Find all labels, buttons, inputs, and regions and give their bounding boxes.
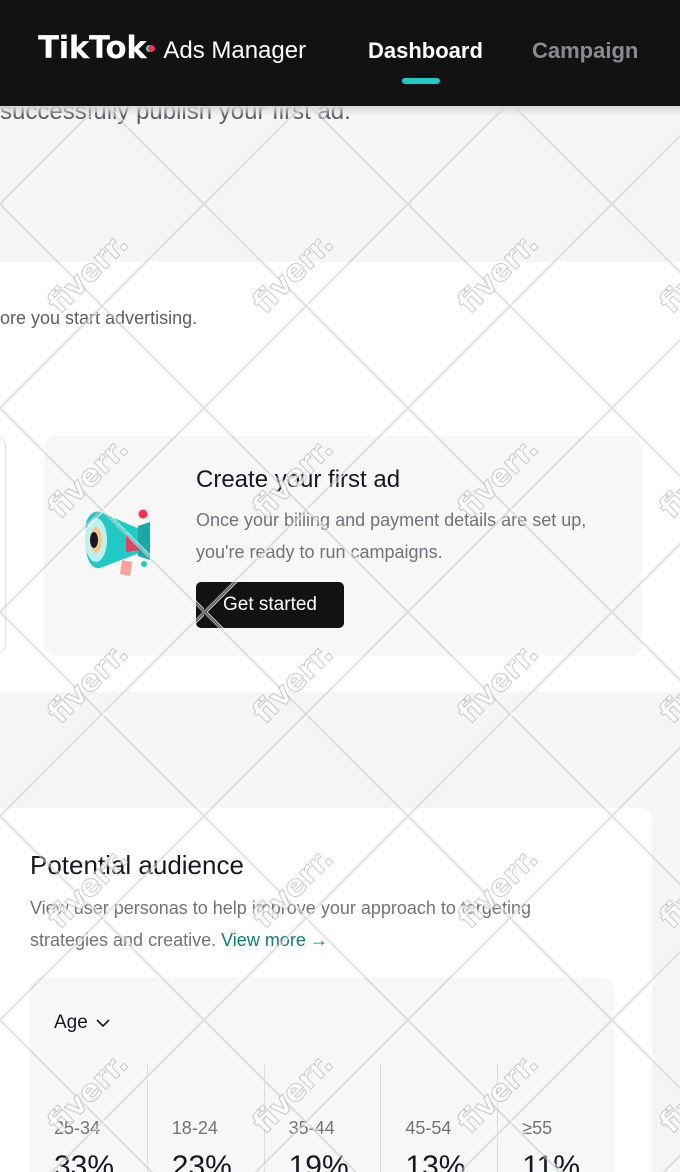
- setup-hint-text: ore you start advertising.: [0, 308, 198, 328]
- header-shadow: [0, 106, 680, 116]
- age-columns: 25-34 33% 18-24 23% 35-44 19% 45-54 13% …: [30, 1064, 614, 1172]
- view-more-label: View more: [221, 930, 306, 950]
- arrow-right-icon: →: [309, 930, 328, 950]
- setup-guide-card: ore you start advertising. Create your f…: [0, 262, 680, 692]
- age-column: 45-54 13%: [380, 1064, 497, 1172]
- chevron-down-icon: [96, 1019, 110, 1028]
- logo-wordmark: TikTok: [38, 30, 147, 66]
- watermark-mark: fiverr.: [653, 841, 680, 936]
- active-tab-indicator: [402, 78, 440, 84]
- audience-description: View user personas to help improve your …: [30, 892, 610, 956]
- dropdown-label: Age: [54, 1012, 88, 1033]
- logo-product-name: Ads Manager: [163, 37, 307, 64]
- previous-step-card[interactable]: [0, 436, 6, 654]
- logo-dot-icon: [148, 45, 156, 52]
- tab-dashboard[interactable]: Dashboard: [368, 38, 483, 64]
- age-range-label: 25-34: [54, 1118, 101, 1138]
- age-range-label: 18-24: [171, 1118, 218, 1138]
- age-breakdown-panel: Age 25-34 33% 18-24 23% 35-44 19% 45-54 …: [30, 978, 614, 1172]
- step-description: Once your billing and payment details ar…: [196, 510, 587, 562]
- age-column: 35-44 19%: [263, 1064, 381, 1172]
- age-range-label: 35-44: [288, 1118, 335, 1138]
- age-range-label: ≥55: [522, 1118, 553, 1138]
- tab-campaign[interactable]: Campaign: [532, 38, 638, 64]
- audience-title: Potential audience: [30, 850, 244, 880]
- age-range-label: 45-54: [405, 1118, 452, 1138]
- watermark-mark: fiverr.: [653, 1046, 680, 1141]
- view-more-link[interactable]: View more →: [221, 930, 328, 950]
- age-column: 25-34 33%: [30, 1064, 147, 1172]
- megaphone-icon: [85, 509, 150, 576]
- tiktok-ads-manager-logo[interactable]: TikTok Ads Manager: [38, 30, 306, 66]
- age-column: 18-24 23%: [146, 1064, 264, 1172]
- age-column: ≥55 11%: [497, 1064, 614, 1172]
- age-percent-value: 19%: [288, 1150, 349, 1172]
- create-first-ad-step: Create your first ad Once your billing a…: [44, 436, 642, 656]
- age-dimension-dropdown[interactable]: Age: [54, 1012, 110, 1034]
- top-navigation-bar: TikTok Ads Manager Dashboard Campaign: [0, 0, 680, 106]
- age-percent-value: 33%: [54, 1150, 115, 1172]
- step-title: Create your first ad: [196, 466, 401, 493]
- age-percent-value: 11%: [522, 1150, 581, 1172]
- age-percent-value: 13%: [405, 1150, 466, 1172]
- get-started-button[interactable]: Get started: [196, 582, 344, 628]
- potential-audience-card: Potential audience View user personas to…: [0, 808, 652, 1172]
- age-percent-value: 23%: [171, 1150, 232, 1172]
